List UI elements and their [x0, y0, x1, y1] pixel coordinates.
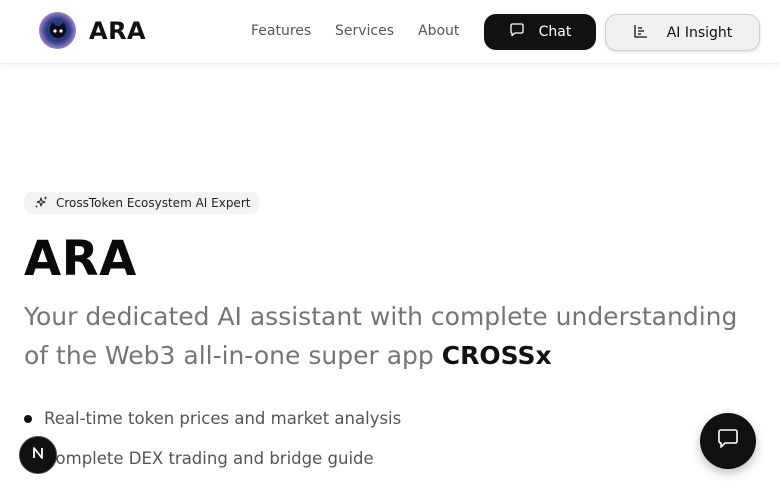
ai-insight-button-label: AI Insight — [666, 24, 733, 41]
chat-bubble-icon — [509, 22, 525, 42]
feature-label: Complete DEX trading and bridge guide — [44, 449, 374, 468]
nav-link-services[interactable]: Services — [335, 23, 394, 39]
hero-subtitle-text: Your dedicated AI assistant with complet… — [24, 302, 738, 370]
floating-chat-button[interactable] — [700, 413, 756, 469]
ai-insight-button[interactable]: AI Insight — [605, 14, 760, 51]
top-navbar: ARA Features Services About Chat AI Insi… — [0, 0, 780, 64]
chat-bubble-icon — [716, 427, 740, 455]
ara-logo-icon[interactable] — [39, 12, 76, 49]
nextjs-n-icon — [30, 445, 46, 465]
nextjs-dev-indicator-button[interactable] — [19, 436, 57, 474]
hero-subtitle: Your dedicated AI assistant with complet… — [24, 297, 764, 375]
bullet-dot — [24, 414, 32, 423]
hero-subtitle-highlight: CROSSx — [441, 341, 552, 370]
page-title: ARA — [24, 231, 137, 287]
brand-name[interactable]: ARA — [89, 17, 146, 45]
sparkle-icon — [34, 195, 48, 212]
feature-list-item: Real-time token prices and market analys… — [24, 409, 401, 428]
feature-list-item: Complete DEX trading and bridge guide — [24, 449, 374, 468]
expert-badge: CrossToken Ecosystem AI Expert — [24, 192, 260, 214]
nav-link-about[interactable]: About — [418, 23, 459, 39]
feature-label: Real-time token prices and market analys… — [44, 409, 402, 428]
nav-link-features[interactable]: Features — [251, 23, 311, 39]
bar-chart-icon — [633, 23, 649, 43]
chat-button-label: Chat — [538, 24, 572, 40]
chat-button[interactable]: Chat — [484, 14, 596, 50]
expert-badge-label: CrossToken Ecosystem AI Expert — [56, 196, 251, 210]
